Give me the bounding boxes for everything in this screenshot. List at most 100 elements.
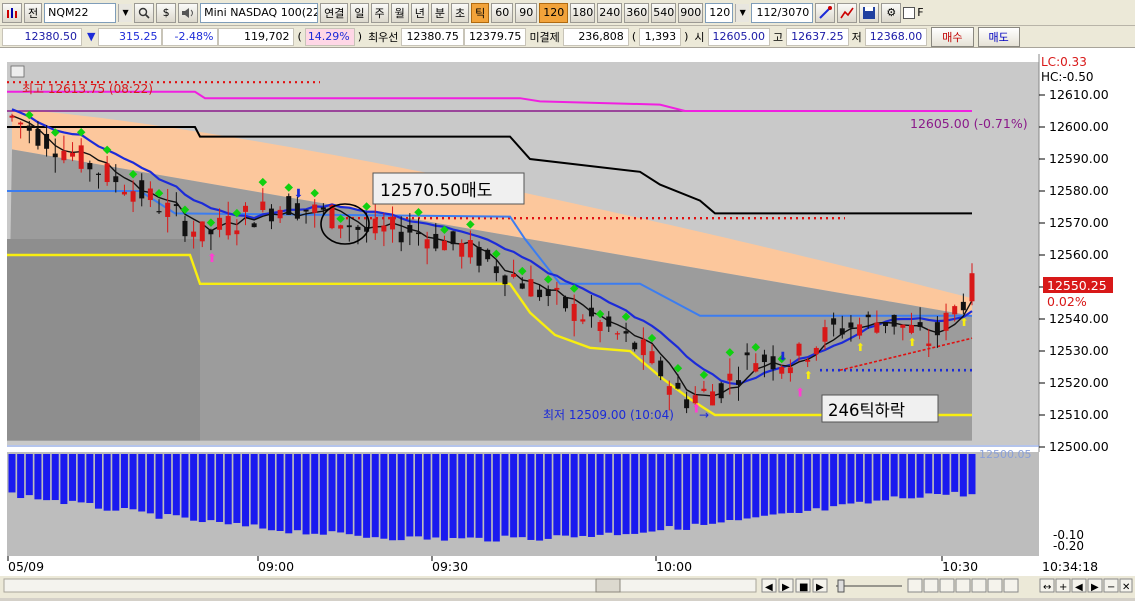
checkbox-box[interactable] [903,6,916,19]
save-icon[interactable] [859,2,880,23]
option-checkbox[interactable]: F [903,6,924,19]
candle-body [381,225,387,232]
price-tick-label: 12520.00 [1049,375,1109,390]
candle-body [917,322,923,327]
candle-body [467,240,473,258]
chart-icon[interactable] [837,2,858,23]
volume-bar [838,454,846,505]
scroll-right-icon: ▶ [1091,582,1099,593]
candle-body [969,273,975,302]
candle-body [701,388,707,391]
tick-preset-900[interactable]: 900 [678,2,704,23]
candle-body [441,240,447,251]
tick-preset-360[interactable]: 360 [624,2,650,23]
chevron-down-icon[interactable]: ▼ [118,3,133,22]
grid-toggle-icon[interactable] [10,65,25,78]
view-tool-7[interactable] [1003,578,1019,593]
candle-body [338,225,344,229]
tick-preset-540[interactable]: 540 [651,2,677,23]
candle-body [191,231,197,237]
period-month-button[interactable]: 월 [390,2,409,23]
dollar-icon[interactable]: $ [156,2,177,23]
chart-type-icon[interactable] [2,2,22,23]
play-icon: ▶ [782,582,790,593]
symbol-input[interactable]: NQM22 [44,2,117,23]
candle-body [753,363,759,372]
period-minute-button[interactable]: 분 [430,2,449,23]
volume-bar [440,454,448,541]
volume-bar [337,454,345,533]
tick-preset-90[interactable]: 90 [515,2,538,23]
tick-preset-60[interactable]: 60 [491,2,514,23]
candle-body [294,203,300,219]
tick-preset-240[interactable]: 240 [597,2,623,23]
buy-button[interactable]: 매수 [931,26,974,47]
volume-bar [224,454,232,525]
candle-body [415,232,421,235]
candle-body [943,312,949,331]
period-linked-button[interactable]: 연결 [320,2,349,23]
candle-body [606,316,612,327]
volume-bar [380,454,388,539]
view-tool-6[interactable] [987,578,1003,593]
tick-value-input[interactable]: 120 [705,2,734,23]
period-day-button[interactable]: 일 [350,2,369,23]
volume-bar [94,454,102,509]
search-icon[interactable] [134,2,155,23]
high-label: 고 [770,27,787,46]
candle-body [234,230,240,235]
period-year-button[interactable]: 년 [410,2,429,23]
period-tick-button[interactable]: 틱 [471,2,490,23]
candle-body [658,360,664,377]
chevron-down-icon[interactable]: ▼ [735,3,750,22]
tick-preset-180[interactable]: 180 [570,2,596,23]
zoom-handle[interactable] [837,579,845,593]
volume-bar [475,454,483,538]
period-week-button[interactable]: 주 [370,2,389,23]
candle-body [831,318,837,325]
speaker-icon[interactable] [178,2,199,23]
volume-bar [129,454,137,510]
market-toggle-button[interactable]: 전 [24,2,43,23]
scrollbar-thumb[interactable] [595,578,621,593]
current-time: 10:34:18 [1042,559,1098,574]
chart-area[interactable]: ⬆ ⬆ ⬆ ⬆ ⬆ ⬆ ⬆ ⬇ ⬇ 최고 12613.75 (08:22) 12605.00 (… [0,48,1135,598]
price-tick-label: 12600.00 [1049,119,1109,134]
tick-preset-120[interactable]: 120 [539,2,569,23]
quote-bar: 12380.50 ▼ 315.25 -2.48% 119,702 ( 14.29… [0,26,1135,48]
best-bid: 12379.75 [463,27,527,46]
volume-bar [734,454,742,521]
period-second-button[interactable]: 초 [451,2,470,23]
candle-body [537,289,543,298]
best-quote-label: 최우선 [365,27,402,46]
volume-bar [769,454,777,515]
volume-bar [120,454,128,509]
volume-bar [700,454,708,525]
volume-bar [951,454,959,492]
view-tool-4[interactable] [955,578,971,593]
candle-body [35,129,41,146]
signal-arrow: ⬆ [804,369,813,382]
gear-icon[interactable]: ⚙ [881,2,902,23]
volume-bar [25,454,33,496]
horizontal-scrollbar[interactable] [3,578,757,593]
volume-bar [458,454,466,539]
candle-body [883,322,889,326]
volume-bar [34,454,42,500]
drop-annotation: 246틱하락 [821,394,939,423]
hc-label: HC:-0.50 [1041,70,1094,84]
view-tool-3[interactable] [939,578,955,593]
candle-body [372,218,378,234]
view-tool-5[interactable] [971,578,987,593]
sell-button[interactable]: 매도 [977,26,1020,47]
volume-bar [562,454,570,536]
price-tick-label: 12510.00 [1049,407,1109,422]
volume-bar [579,454,587,536]
price-chart[interactable]: ⬆⬆ ⬆⬆⬆⬆⬆⬇⬇ 최고 12613.75 (08:22) 12605.00 (… [0,48,1135,598]
volume-bar [328,454,336,532]
view-tool-1[interactable] [907,578,923,593]
volume-bar [69,454,77,501]
candle-body [960,301,966,311]
tools-icon[interactable] [815,2,836,23]
view-tool-2[interactable] [923,578,939,593]
